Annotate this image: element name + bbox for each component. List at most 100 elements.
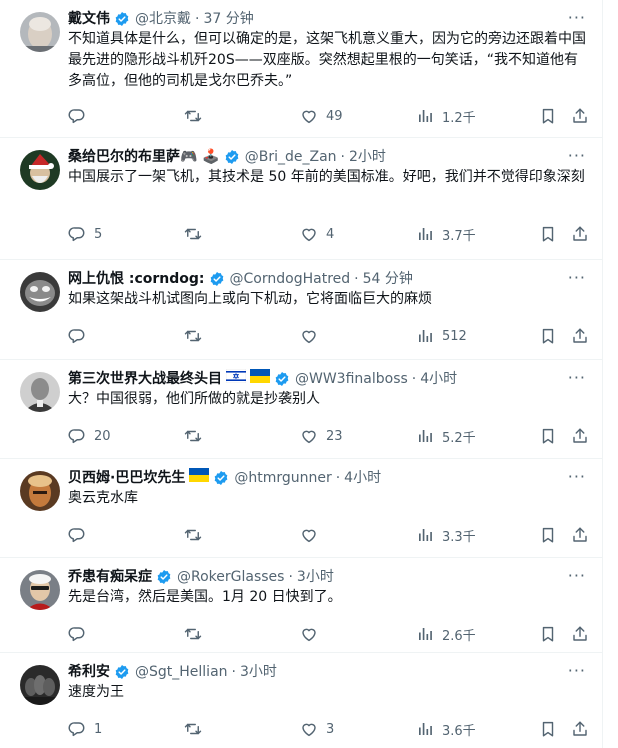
avatar[interactable] xyxy=(20,570,60,610)
bookmark-icon xyxy=(539,720,557,738)
tweet[interactable]: 希利安 @Sgt_Hellian · 3小时 ··· 速度为王 1 3 3.6千 xyxy=(0,653,602,748)
bookmark-button[interactable] xyxy=(539,224,557,244)
reply-button[interactable] xyxy=(68,326,94,346)
author-name[interactable]: 戴文伟 xyxy=(68,9,110,29)
more-icon[interactable]: ··· xyxy=(568,147,586,165)
bookmark-button[interactable] xyxy=(539,326,557,346)
reply-button[interactable] xyxy=(68,106,94,126)
tweet-text: 大？中国很弱，他们所做的就是抄袭别人 xyxy=(68,391,320,407)
bookmark-button[interactable] xyxy=(539,525,557,545)
share-button[interactable] xyxy=(571,525,589,545)
more-icon[interactable]: ··· xyxy=(568,567,586,585)
retweet-button[interactable] xyxy=(184,719,210,739)
timestamp[interactable]: 4小时 xyxy=(344,468,381,488)
more-icon[interactable]: ··· xyxy=(568,662,586,680)
tweet[interactable]: 乔患有痴呆症 @RokerGlasses · 3小时 ··· 先是台湾，然后是美… xyxy=(0,558,602,653)
views-button[interactable]: 3.3千 xyxy=(416,525,476,545)
more-icon[interactable]: ··· xyxy=(568,468,586,486)
views-button[interactable]: 2.6千 xyxy=(416,624,476,644)
avatar[interactable] xyxy=(20,12,60,52)
avatar[interactable] xyxy=(20,150,60,190)
reply-button[interactable] xyxy=(68,624,94,644)
tweet[interactable]: 第三次世界大战最终头目 @WW3finalboss · 4小时 ··· 大？中国… xyxy=(0,360,602,459)
timestamp[interactable]: 3小时 xyxy=(297,567,334,587)
bookmark-button[interactable] xyxy=(539,719,557,739)
author-handle[interactable]: @htmrgunner xyxy=(234,468,331,488)
views-button[interactable]: 3.7千 xyxy=(416,224,476,244)
bookmark-button[interactable] xyxy=(539,106,557,126)
retweet-button[interactable] xyxy=(184,426,210,446)
retweet-button[interactable] xyxy=(184,624,210,644)
author-name[interactable]: 希利安 xyxy=(68,662,110,682)
author-name[interactable]: 贝西姆·巴巴坎先生 xyxy=(68,468,185,488)
separator-dot: · xyxy=(340,149,345,165)
author-name[interactable]: 乔患有痴呆症 xyxy=(68,567,152,587)
like-button[interactable]: 4 xyxy=(300,224,334,244)
avatar[interactable] xyxy=(20,372,60,412)
verified-badge-icon xyxy=(274,371,290,387)
reply-button[interactable] xyxy=(68,525,94,545)
avatar[interactable] xyxy=(20,471,60,511)
more-icon[interactable]: ··· xyxy=(568,369,586,387)
tweet[interactable]: 戴文伟 @北京戴 · 37 分钟 ··· 不知道具体是什么，但可以确定的是，这架… xyxy=(0,0,602,138)
reply-feed: 戴文伟 @北京戴 · 37 分钟 ··· 不知道具体是什么，但可以确定的是，这架… xyxy=(0,0,603,748)
author-handle[interactable]: @Sgt_Hellian xyxy=(135,662,228,682)
author-handle[interactable]: @CorndogHatred xyxy=(230,269,351,289)
author-name[interactable]: 网上仇恨 :corndog: xyxy=(68,269,205,289)
like-button[interactable] xyxy=(300,624,326,644)
timestamp[interactable]: 3小时 xyxy=(240,662,277,682)
share-button[interactable] xyxy=(571,326,589,346)
author-handle[interactable]: @Bri_de_Zan xyxy=(245,147,337,167)
bookmark-button[interactable] xyxy=(539,624,557,644)
reply-count: 20 xyxy=(94,428,111,444)
timestamp[interactable]: 4小时 xyxy=(420,369,457,389)
retweet-button[interactable] xyxy=(184,326,210,346)
more-icon[interactable]: ··· xyxy=(568,9,586,27)
action-bar: 49 1.2千 xyxy=(68,106,588,126)
bookmark-button[interactable] xyxy=(539,426,557,446)
tweet[interactable]: 贝西姆·巴巴坎先生 @htmrgunner · 4小时 ··· 奥云克水库 3.… xyxy=(0,459,602,558)
share-button[interactable] xyxy=(571,624,589,644)
like-icon xyxy=(300,427,318,445)
views-button[interactable]: 1.2千 xyxy=(416,106,476,126)
action-bar: 5 4 3.7千 xyxy=(68,224,588,244)
views-button[interactable]: 3.6千 xyxy=(416,719,476,739)
reply-button[interactable]: 1 xyxy=(68,719,102,739)
share-button[interactable] xyxy=(571,224,589,244)
more-icon[interactable]: ··· xyxy=(568,269,586,287)
reply-button[interactable]: 20 xyxy=(68,426,111,446)
tweet-text: 先是台湾，然后是美国。1月 20 日快到了。 xyxy=(68,589,342,605)
reply-button[interactable]: 5 xyxy=(68,224,102,244)
avatar[interactable] xyxy=(20,665,60,705)
timestamp[interactable]: 2小时 xyxy=(349,147,386,167)
like-button[interactable] xyxy=(300,326,326,346)
like-count: 49 xyxy=(326,108,343,124)
like-button[interactable] xyxy=(300,525,326,545)
reply-count: 1 xyxy=(94,721,103,737)
like-button[interactable]: 23 xyxy=(300,426,343,446)
share-button[interactable] xyxy=(571,426,589,446)
tweet[interactable]: 桑给巴尔的布里萨🎮 🕹️ @Bri_de_Zan · 2小时 ··· 中国展示了… xyxy=(0,138,602,260)
verified-badge-icon xyxy=(213,470,229,486)
tweet[interactable]: 网上仇恨 :corndog: @CorndogHatred · 54 分钟 ··… xyxy=(0,260,602,360)
share-icon xyxy=(571,107,589,125)
author-handle[interactable]: @WW3finalboss xyxy=(295,369,408,389)
share-button[interactable] xyxy=(571,106,589,126)
timestamp[interactable]: 37 分钟 xyxy=(203,9,253,29)
author-name[interactable]: 桑给巴尔的布里萨🎮 🕹️ xyxy=(68,147,220,167)
author-name[interactable]: 第三次世界大战最终头目 xyxy=(68,369,222,389)
author-handle[interactable]: @RokerGlasses xyxy=(177,567,284,587)
timestamp[interactable]: 54 分钟 xyxy=(363,269,413,289)
like-button[interactable]: 49 xyxy=(300,106,343,126)
views-button[interactable]: 5.2千 xyxy=(416,426,476,446)
retweet-button[interactable] xyxy=(184,106,210,126)
separator-dot: · xyxy=(335,470,341,486)
views-icon xyxy=(416,427,434,445)
share-button[interactable] xyxy=(571,719,589,739)
author-handle[interactable]: @北京戴 xyxy=(135,9,191,29)
retweet-button[interactable] xyxy=(184,525,210,545)
avatar[interactable] xyxy=(20,272,60,312)
retweet-button[interactable] xyxy=(184,224,210,244)
like-button[interactable]: 3 xyxy=(300,719,334,739)
views-button[interactable]: 512 xyxy=(416,326,467,346)
